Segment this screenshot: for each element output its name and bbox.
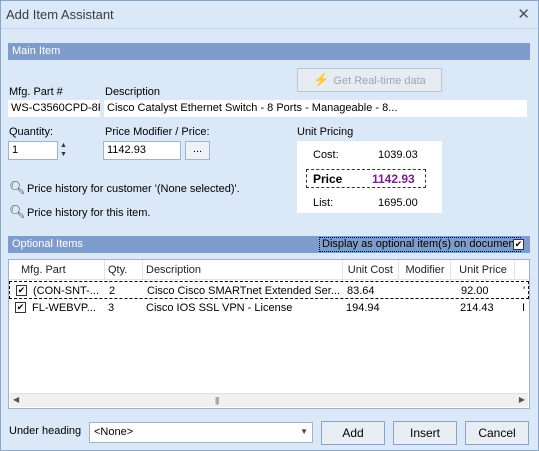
cost-label: Cost:	[313, 149, 339, 161]
chevron-up-icon[interactable]: ▲	[60, 141, 70, 150]
display-optional-option[interactable]: Display as optional item(s) on document	[319, 237, 521, 252]
under-heading-label: Under heading	[9, 425, 82, 437]
cell-unit-price: 214.43	[460, 302, 494, 314]
list-label: List:	[313, 197, 334, 209]
title-bar: Add Item Assistant ✕	[1, 1, 538, 29]
optional-items-grid: Mfg. Part Qty. Description Unit Cost Mod…	[8, 259, 530, 409]
price-modifier-label: Price Modifier / Price:	[105, 126, 210, 138]
get-realtime-data-button[interactable]: ⚡ Get Real-time data	[297, 68, 442, 92]
column-header-qty[interactable]: Qty.	[105, 260, 143, 279]
cell-extra: '	[523, 285, 526, 297]
optional-items-section-title: Optional Items	[12, 238, 83, 250]
cell-description: Cisco Cisco SMARTnet Extended Ser...	[147, 285, 340, 297]
under-heading-select[interactable]: <None> ▼	[89, 422, 313, 443]
list-value: 1695.00	[378, 197, 418, 209]
table-row[interactable]: ✔ (CON-SNT-... 2 Cisco Cisco SMARTnet Ex…	[9, 281, 529, 299]
item-price-history-link[interactable]: 🔍︎Price history for this item.	[9, 204, 150, 220]
cell-qty: 2	[109, 285, 116, 297]
magnifier-icon: 🔍︎	[9, 180, 26, 195]
display-optional-checkbox[interactable]: ✔	[513, 239, 524, 250]
scroll-right-icon[interactable]: ▶	[519, 395, 525, 404]
column-header-unit-price[interactable]: Unit Price	[451, 260, 515, 279]
quantity-label: Quantity:	[9, 126, 54, 138]
magnifier-icon: 🔍︎	[9, 204, 26, 219]
cell-mfg-part: (CON-SNT-...	[33, 285, 99, 297]
close-icon[interactable]: ✕	[517, 5, 530, 23]
cancel-button[interactable]: Cancel	[465, 421, 529, 445]
cost-value: 1039.03	[378, 149, 418, 161]
mfg-part-label: Mfg. Part #	[9, 86, 63, 98]
cell-description: Cisco IOS SSL VPN - License	[146, 302, 293, 314]
unit-pricing-label: Unit Pricing	[297, 126, 354, 138]
mfg-part-field[interactable]: WS-C3560CPD-8F	[7, 99, 101, 118]
column-header-unit-cost[interactable]: Unit Cost	[343, 260, 399, 279]
cell-unit-cost: 194.94	[346, 302, 380, 314]
cell-unit-cost: 83.64	[347, 285, 375, 297]
column-header-description[interactable]: Description	[143, 260, 343, 279]
column-header-mfg-part[interactable]: Mfg. Part	[9, 260, 105, 279]
quantity-stepper[interactable]: ▲ ▼	[60, 141, 70, 159]
grid-header: Mfg. Part Qty. Description Unit Cost Mod…	[9, 260, 529, 280]
row-checkbox[interactable]: ✔	[15, 301, 26, 313]
scroll-left-icon[interactable]: ◀	[13, 395, 19, 404]
cell-modifier	[400, 282, 452, 298]
add-item-assistant-window: Add Item Assistant ✕ Main Item ⚡ Get Real…	[0, 0, 539, 451]
description-field[interactable]: Cisco Catalyst Ethernet Switch - 8 Ports…	[103, 99, 528, 118]
horizontal-scrollbar[interactable]: ◀ ||| ▶	[10, 393, 528, 407]
lightning-icon: ⚡	[313, 72, 330, 87]
customer-price-history-label: Price history for customer '(None select…	[27, 183, 240, 195]
description-label: Description	[105, 86, 161, 98]
chevron-down-icon[interactable]: ▼	[60, 150, 70, 159]
price-label: Price	[313, 172, 343, 186]
cell-extra: I	[522, 302, 526, 314]
cell-modifier	[399, 299, 451, 317]
cell-qty: 3	[108, 302, 115, 314]
price-highlight: Price 1142.93	[306, 169, 426, 188]
quantity-input[interactable]: 1	[8, 141, 58, 160]
insert-button[interactable]: Insert	[393, 421, 457, 445]
column-header-modifier[interactable]: Modifier	[399, 260, 451, 279]
cell-unit-price: 92.00	[461, 285, 489, 297]
chevron-down-icon[interactable]: ▼	[300, 427, 308, 436]
price-value: 1142.93	[372, 172, 415, 186]
under-heading-value: <None>	[94, 426, 134, 438]
display-optional-label: Display as optional item(s) on document	[322, 238, 518, 250]
scroll-thumb-grip[interactable]: |||	[215, 396, 219, 405]
main-item-section-title: Main Item	[12, 45, 61, 57]
get-realtime-data-label: Get Real-time data	[333, 75, 426, 87]
add-button[interactable]: Add	[321, 421, 385, 445]
price-browse-button[interactable]: ...	[185, 141, 210, 160]
main-item-section-header: Main Item	[8, 43, 530, 60]
price-input[interactable]: 1142.93	[103, 141, 181, 160]
table-row[interactable]: ✔ FL-WEBVP... 3 Cisco IOS SSL VPN - Lice…	[9, 299, 529, 317]
row-checkbox[interactable]: ✔	[16, 284, 27, 296]
window-title: Add Item Assistant	[6, 7, 114, 22]
customer-price-history-link[interactable]: 🔍︎Price history for customer '(None sele…	[9, 180, 240, 196]
item-price-history-label: Price history for this item.	[27, 207, 151, 219]
cell-mfg-part: FL-WEBVP...	[32, 302, 96, 314]
